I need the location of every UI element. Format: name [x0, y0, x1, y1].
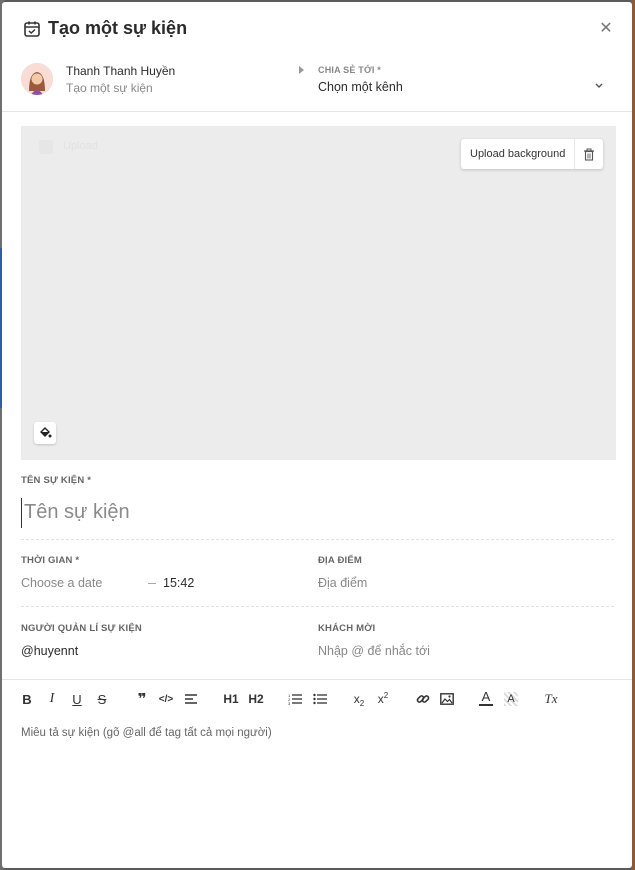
ordered-list-button[interactable]: 1 2 3 [284, 688, 306, 710]
underline-button[interactable]: U [66, 688, 88, 710]
background-checkbox[interactable] [39, 140, 53, 154]
clear-format-button[interactable]: Tx [540, 688, 562, 710]
modal-title: Tạo một sự kiện [48, 18, 188, 38]
heading2-button[interactable]: H2 [245, 688, 267, 710]
align-button[interactable] [180, 688, 202, 710]
align-left-icon [185, 694, 197, 704]
background-area[interactable]: Upload Upload background [21, 126, 616, 460]
event-name-label: TÊN SỰ KIỆN * [21, 475, 92, 486]
divider [21, 539, 614, 540]
trash-icon [584, 148, 595, 161]
description-input[interactable]: Miêu tả sự kiện (gõ @all để tag tất cả m… [21, 727, 272, 739]
guests-label: KHÁCH MỜI [318, 623, 376, 634]
background-actions: Upload background [461, 139, 604, 169]
manager-input[interactable]: @huyennt [21, 644, 78, 658]
location-label: ĐỊA ĐIỂM [318, 555, 362, 566]
date-input[interactable]: Choose a date [21, 576, 102, 590]
image-button[interactable] [436, 688, 458, 710]
text-color-button[interactable]: A [479, 688, 493, 706]
strikethrough-button[interactable]: S [91, 688, 113, 710]
create-event-modal: Tạo một sự kiện ✕ Thanh Thanh Huyền Tạo … [2, 2, 632, 868]
avatar[interactable] [21, 63, 53, 95]
heading1-button[interactable]: H1 [220, 688, 242, 710]
bullet-list-icon [313, 693, 327, 705]
time-label: THỜI GIAN * [21, 555, 80, 566]
delete-background-button[interactable] [575, 139, 603, 169]
link-icon [416, 695, 430, 703]
italic-button[interactable]: I [41, 688, 63, 710]
editor-toolbar: B I U S ❞ </> H1 H2 1 2 3 x 2 x 2 A A Tx [2, 679, 632, 719]
share-label: CHIA SẺ TỚI * [318, 65, 381, 75]
chevron-down-icon[interactable] [594, 82, 604, 90]
image-icon [440, 693, 454, 705]
modal-header: Tạo một sự kiện ✕ [2, 2, 632, 56]
link-button[interactable] [412, 688, 434, 710]
date-time-separator [148, 583, 156, 584]
background-checkbox-label: Upload [63, 140, 98, 152]
avatar-illustration-icon [21, 63, 53, 95]
ordered-list-icon: 1 2 3 [288, 693, 302, 705]
bold-button[interactable]: B [16, 688, 38, 710]
calendar-check-icon [24, 21, 40, 37]
guests-input[interactable]: Nhập @ để nhắc tới [318, 644, 430, 658]
caret-right-icon [299, 66, 304, 74]
clear-format-label: Tx [544, 691, 558, 706]
close-icon[interactable]: ✕ [598, 21, 614, 37]
code-button[interactable]: </> [155, 688, 177, 710]
paint-bucket-icon [40, 427, 52, 438]
background-color-button[interactable]: A [504, 692, 518, 706]
time-input[interactable]: 15:42 [163, 576, 194, 590]
upload-background-button[interactable]: Upload background [461, 139, 576, 169]
quote-button[interactable]: ❞ [131, 688, 153, 710]
location-input[interactable]: Địa điểm [318, 576, 367, 590]
author-subtitle: Tạo một sự kiện [66, 81, 153, 95]
bullet-list-button[interactable] [309, 688, 331, 710]
manager-label: NGƯỜI QUẢN LÍ SỰ KIỆN [21, 623, 142, 634]
author-row: Thanh Thanh Huyền Tạo một sự kiện CHIA S… [2, 56, 632, 112]
subscript-button[interactable]: x2 [348, 688, 370, 710]
divider [21, 606, 614, 607]
fill-color-button[interactable] [34, 422, 56, 444]
svg-text:3: 3 [288, 701, 291, 705]
superscript-button[interactable]: x2 [372, 688, 394, 710]
channel-select[interactable]: Chọn một kênh [318, 80, 403, 94]
author-name: Thanh Thanh Huyền [66, 64, 176, 78]
event-name-input[interactable]: Tên sự kiện [21, 498, 614, 528]
